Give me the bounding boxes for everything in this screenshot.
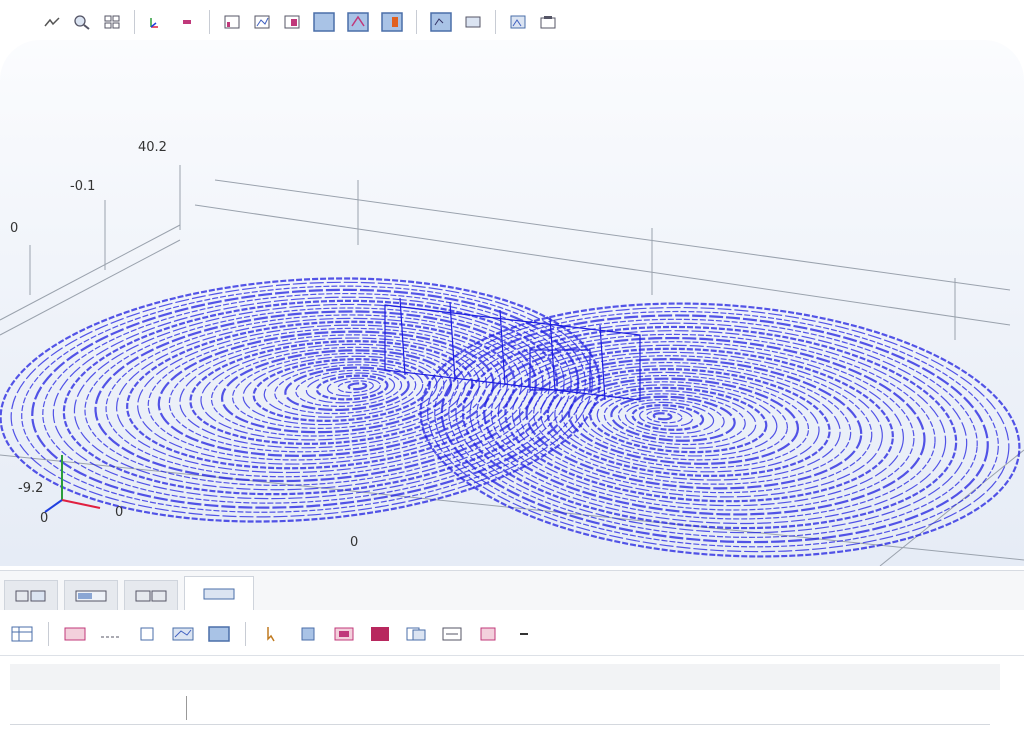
paste-icon[interactable]: [438, 622, 466, 646]
export-icon[interactable]: [461, 11, 485, 33]
field-line: [497, 344, 904, 507]
field-line: [631, 404, 705, 431]
settings-icon[interactable]: [536, 11, 560, 33]
dash-icon[interactable]: [510, 622, 538, 646]
bottom-divider: [10, 724, 990, 725]
toolbar-separator: [495, 10, 496, 34]
right-origin-label: 0: [115, 505, 123, 520]
toolbar-separator: [416, 10, 417, 34]
chart-icon[interactable]: [205, 622, 233, 646]
graph-icon[interactable]: [169, 622, 197, 646]
main-toolbar: [40, 6, 1000, 38]
command-input-row: [20, 694, 960, 722]
screenshot-icon[interactable]: [427, 9, 455, 35]
copy-icon[interactable]: [402, 622, 430, 646]
left-tick-label: 0: [10, 221, 18, 236]
export-table-icon[interactable]: [133, 622, 161, 646]
image-icon[interactable]: [506, 11, 530, 33]
plot-a-icon[interactable]: [220, 11, 244, 33]
graphics-window[interactable]: 40.2 -0.1 0 -9.2 0 0 0: [0, 40, 1024, 566]
results-tab-bar: [0, 570, 1024, 610]
origin-z-label: -9.2: [18, 481, 43, 496]
plot-c-icon[interactable]: [280, 11, 304, 33]
axes-icon[interactable]: [145, 11, 169, 33]
field-line: [21, 285, 586, 513]
color-fill-icon[interactable]: [366, 622, 394, 646]
view-icon[interactable]: [40, 11, 64, 33]
z-top-label: 40.2: [138, 140, 167, 155]
select-icon[interactable]: [310, 9, 338, 35]
color-table-icon[interactable]: [330, 622, 358, 646]
toolbar-separator: [209, 10, 210, 34]
field-line: [646, 409, 683, 424]
status-row: [10, 664, 1000, 690]
plot-b-icon[interactable]: [250, 11, 274, 33]
field-line: [434, 310, 999, 548]
field-line: [440, 314, 989, 544]
tab-progress[interactable]: [64, 580, 118, 610]
table-icon[interactable]: [8, 622, 36, 646]
field-line: [337, 380, 374, 394]
origin-x-label: 0: [40, 511, 48, 526]
bars-icon[interactable]: [294, 622, 322, 646]
toolbar-separator: [48, 621, 49, 646]
tab-results[interactable]: [184, 576, 254, 610]
command-input[interactable]: [187, 695, 960, 721]
field-line: [232, 352, 445, 429]
toolbar-separator: [245, 621, 246, 646]
clear-icon[interactable]: [474, 622, 502, 646]
zoom-icon[interactable]: [70, 11, 94, 33]
minus-icon[interactable]: [175, 11, 199, 33]
select-boundary-icon[interactable]: [378, 9, 406, 35]
tab-messages[interactable]: [4, 580, 58, 610]
field-lines: [0, 277, 1021, 558]
grid-icon[interactable]: [100, 11, 124, 33]
field-line: [652, 412, 673, 421]
field-line-plot: 40.2 -0.1 0 -9.2 0 0 0: [0, 140, 1024, 566]
evaluate-icon[interactable]: [61, 622, 89, 646]
pointer-icon[interactable]: [258, 622, 286, 646]
field-line: [147, 327, 502, 461]
application-window: 40.2 -0.1 0 -9.2 0 0 0: [0, 0, 1024, 744]
toolbar-separator: [134, 10, 135, 34]
table-toolbar: [0, 612, 1024, 656]
bottom-tick-label: 0: [350, 535, 358, 550]
format-icon[interactable]: [97, 622, 125, 646]
z-mid-label: -0.1: [70, 179, 95, 194]
field-line: [347, 382, 368, 391]
select-domain-icon[interactable]: [344, 9, 372, 35]
tab-log[interactable]: [124, 580, 178, 610]
